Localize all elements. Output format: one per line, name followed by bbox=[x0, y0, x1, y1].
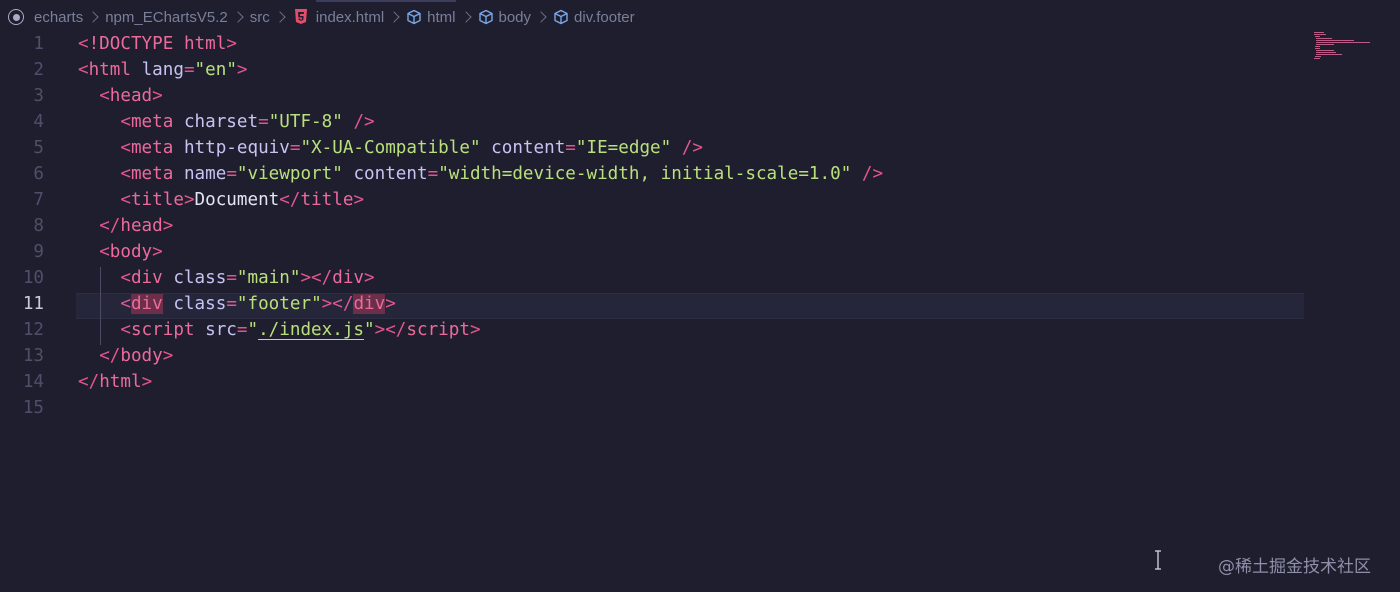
minimap-line bbox=[1316, 52, 1336, 53]
code-text: </body> bbox=[99, 346, 174, 366]
breadcrumb-label: div.footer bbox=[574, 8, 635, 26]
workspace-root-icon bbox=[8, 9, 24, 25]
breadcrumb-label: html bbox=[427, 8, 456, 26]
minimap-line bbox=[1316, 54, 1342, 55]
line-number: 13 bbox=[22, 346, 44, 366]
code-text: <div class="footer"></div> bbox=[120, 294, 396, 314]
line-number: 14 bbox=[22, 372, 44, 392]
code-text: <title>Document</title> bbox=[120, 190, 365, 210]
breadcrumb-item-html[interactable]: html bbox=[406, 8, 456, 26]
chevron-right-icon bbox=[459, 11, 472, 23]
breadcrumb-label: src bbox=[249, 8, 270, 26]
chevron-right-icon bbox=[87, 11, 99, 23]
breadcrumb: echarts npm_EChartsV5.2 src index.html h… bbox=[0, 0, 1400, 34]
minimap-line bbox=[1316, 42, 1370, 43]
chevron-right-icon bbox=[388, 11, 400, 23]
code-line[interactable]: 9 <body> bbox=[0, 239, 1300, 265]
html5-icon bbox=[294, 9, 307, 24]
breadcrumb-item-body[interactable]: body bbox=[478, 8, 532, 26]
line-number: 3 bbox=[33, 86, 44, 106]
line-number: 4 bbox=[33, 112, 44, 132]
code-line[interactable]: 1 <!DOCTYPE html> bbox=[0, 31, 1300, 57]
breadcrumb-item-subfolder[interactable]: src bbox=[250, 9, 270, 26]
line-number: 5 bbox=[33, 138, 44, 158]
chevron-right-icon bbox=[535, 11, 547, 23]
symbol-element-icon bbox=[478, 9, 493, 25]
line-number: 7 bbox=[33, 190, 44, 210]
code-text: <body> bbox=[99, 242, 163, 262]
minimap-line bbox=[1315, 36, 1320, 37]
minimap-line bbox=[1316, 44, 1334, 45]
line-number: 11 bbox=[22, 294, 44, 314]
minimap-line bbox=[1314, 34, 1326, 35]
code-text: <script src="./index.js"></script> bbox=[120, 320, 481, 340]
line-number: 9 bbox=[33, 242, 44, 262]
code-line[interactable]: 15 bbox=[0, 395, 1300, 421]
line-number: 10 bbox=[22, 268, 44, 288]
line-number: 8 bbox=[33, 216, 44, 236]
code-line[interactable]: 6 <meta name="viewport" content="width=d… bbox=[0, 161, 1300, 187]
minimap-line bbox=[1316, 50, 1334, 51]
code-line[interactable]: 7 <title>Document</title> bbox=[0, 187, 1300, 213]
code-text: <div class="main"></div> bbox=[120, 268, 375, 288]
breadcrumb-item-file[interactable]: index.html bbox=[292, 9, 384, 26]
minimap-line bbox=[1315, 48, 1320, 49]
code-editor[interactable]: 1 <!DOCTYPE html> 2 <html lang="en"> 3 <… bbox=[0, 31, 1400, 592]
breadcrumb-item-folder[interactable]: npm_EChartsV5.2 bbox=[105, 9, 228, 26]
minimap-line bbox=[1315, 46, 1320, 47]
file-link: ./index.js bbox=[258, 320, 365, 340]
code-text: <!DOCTYPE html> bbox=[78, 34, 237, 54]
breadcrumb-label: body bbox=[498, 8, 532, 26]
watermark: @稀土掘金技术社区 bbox=[1218, 557, 1371, 577]
chevron-right-icon bbox=[232, 11, 244, 23]
line-number: 12 bbox=[22, 320, 44, 340]
code-line[interactable]: 4 <meta charset="UTF-8" /> bbox=[0, 109, 1300, 135]
code-line-active[interactable]: 11 <div class="footer"></div> bbox=[0, 291, 1300, 317]
code-line[interactable]: 5 <meta http-equiv="X-UA-Compatible" con… bbox=[0, 135, 1300, 161]
code-text: <meta charset="UTF-8" /> bbox=[120, 112, 375, 132]
breadcrumb-label: npm_EChartsV5.2 bbox=[105, 8, 228, 26]
breadcrumb-item-root[interactable]: echarts bbox=[8, 9, 83, 26]
line-number: 2 bbox=[33, 60, 44, 80]
minimap[interactable] bbox=[1312, 31, 1392, 61]
chevron-right-icon bbox=[274, 11, 286, 23]
code-line[interactable]: 8 </head> bbox=[0, 213, 1300, 239]
code-line[interactable]: 13 </body> bbox=[0, 343, 1300, 369]
code-text: </head> bbox=[99, 216, 174, 236]
minimap-line bbox=[1314, 32, 1324, 33]
breadcrumb-label: index.html bbox=[315, 8, 385, 26]
line-number: 6 bbox=[33, 164, 44, 184]
breadcrumb-item-div-footer[interactable]: div.footer bbox=[553, 9, 635, 26]
code-text: <meta name="viewport" content="width=dev… bbox=[120, 164, 884, 184]
minimap-line bbox=[1315, 56, 1321, 57]
code-text: </html> bbox=[78, 372, 153, 392]
minimap-line bbox=[1316, 38, 1332, 39]
matching-tag-highlight: div bbox=[353, 294, 386, 314]
code-line[interactable]: 14 </html> bbox=[0, 369, 1300, 395]
text-cursor-icon bbox=[1155, 550, 1161, 570]
symbol-element-icon bbox=[407, 9, 421, 25]
matching-tag-highlight: div bbox=[130, 294, 163, 314]
line-number: 1 bbox=[33, 34, 44, 54]
code-line[interactable]: 2 <html lang="en"> bbox=[0, 57, 1300, 83]
minimap-line bbox=[1314, 58, 1320, 59]
code-line[interactable]: 12 <script src="./index.js"></script> bbox=[0, 317, 1300, 343]
symbol-element-icon bbox=[554, 9, 568, 25]
code-line[interactable]: 3 <head> bbox=[0, 83, 1300, 109]
code-text: <html lang="en"> bbox=[78, 60, 248, 80]
code-line[interactable]: 10 <div class="main"></div> bbox=[0, 265, 1300, 291]
code-text: <meta http-equiv="X-UA-Compatible" conte… bbox=[120, 138, 704, 158]
minimap-line bbox=[1316, 40, 1354, 41]
breadcrumb-label: echarts bbox=[34, 8, 84, 26]
line-number: 15 bbox=[22, 398, 44, 418]
code-text: <head> bbox=[99, 86, 163, 106]
